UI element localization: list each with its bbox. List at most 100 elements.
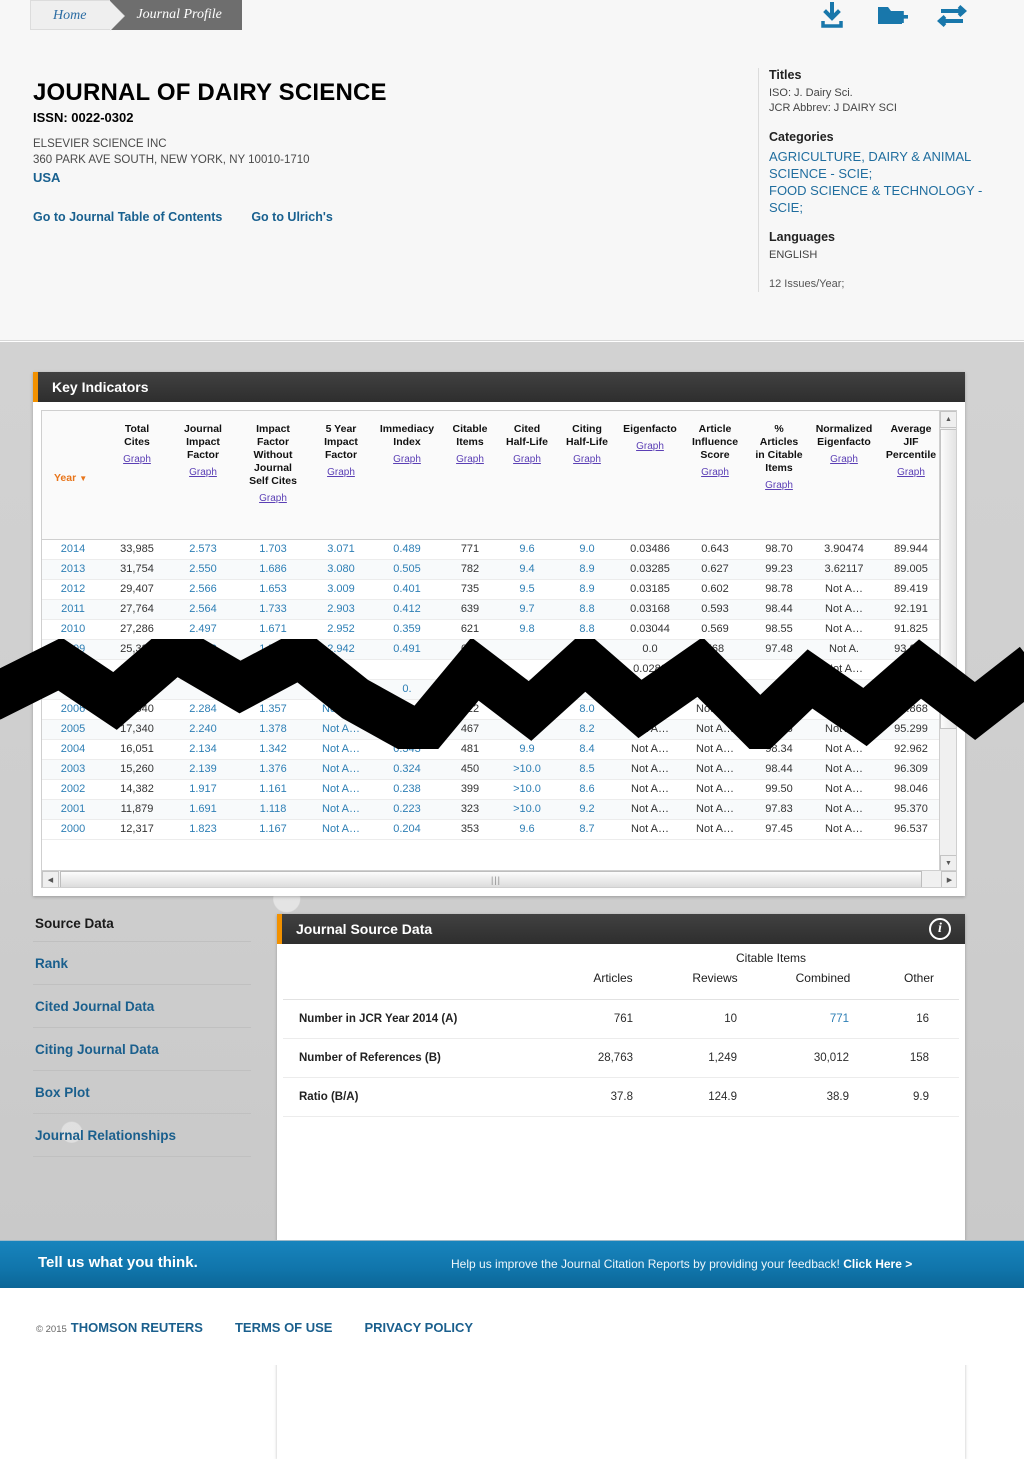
column-graph-link[interactable]: Graph (312, 466, 370, 479)
table-cell[interactable]: 1.376 (236, 759, 310, 780)
column-graph-link[interactable]: Graph (558, 453, 616, 466)
jsd-cell[interactable]: 771 (767, 999, 879, 1039)
table-cell[interactable]: Not A… (310, 699, 372, 720)
table-cell[interactable]: 9.5 (498, 679, 556, 700)
table-cell[interactable]: 0.381 (372, 719, 442, 740)
cell-year[interactable]: 2010 (42, 619, 104, 640)
table-cell[interactable]: 0.412 (372, 599, 442, 620)
table-cell[interactable]: 2.139 (170, 759, 236, 780)
horizontal-scroll-thumb[interactable]: ||| (60, 871, 922, 887)
column-graph-link[interactable]: Graph (750, 479, 808, 492)
key-indicators-scroll-region[interactable]: Year ▼ Total Cites Graph Journal Impact Fact… (41, 410, 957, 888)
breadcrumb-journal-profile[interactable]: Journal Profile (110, 0, 242, 30)
column-graph-link[interactable]: Graph (444, 453, 496, 466)
scroll-up-arrow-icon[interactable]: ▲ (940, 411, 956, 428)
table-cell[interactable]: 9.9 (498, 739, 556, 760)
column-header-eigenfacto[interactable]: Eigenfacto Graph (618, 411, 682, 540)
cell-year[interactable]: 2009 (42, 639, 104, 660)
column-header-immediacy-index[interactable]: Immediacy Index Graph (372, 411, 442, 540)
table-cell[interactable]: 1.525 (236, 639, 310, 660)
table-cell[interactable] (498, 639, 556, 660)
table-cell[interactable]: 8. (556, 659, 618, 680)
table-cell[interactable]: 8.6 (556, 779, 618, 800)
column-graph-link[interactable]: Graph (684, 466, 746, 479)
table-cell[interactable]: 2.550 (170, 559, 236, 580)
table-cell[interactable]: 8.8 (556, 599, 618, 620)
column-header-cited-half-life[interactable]: Cited Half-Life Graph (498, 411, 556, 540)
table-cell[interactable] (170, 679, 236, 700)
table-cell[interactable]: Not A… (310, 719, 372, 740)
table-cell[interactable]: 0.343 (372, 739, 442, 760)
table-cell[interactable]: 0.505 (372, 559, 442, 580)
scroll-left-arrow-icon[interactable]: ◀ (42, 871, 59, 887)
sidebar-item-cited-journal-data[interactable]: Cited Journal Data (33, 985, 251, 1028)
table-cell[interactable]: 2.497 (170, 619, 236, 640)
table-cell[interactable]: 8.4 (556, 739, 618, 760)
table-cell[interactable]: 2.564 (170, 599, 236, 620)
table-cell[interactable]: 9.5 (498, 579, 556, 600)
table-cell[interactable]: Not A… (310, 779, 372, 800)
cell-year[interactable]: 2014 (42, 539, 104, 560)
table-cell[interactable]: 8.3 (556, 639, 618, 660)
feedback-click-here-link[interactable]: Click Here > (843, 1257, 912, 1271)
table-cell[interactable]: 0. (372, 679, 442, 700)
table-cell[interactable]: 0.410 (372, 699, 442, 720)
link-ulrichs[interactable]: Go to Ulrich's (251, 210, 332, 224)
column-graph-link[interactable]: Graph (500, 453, 554, 466)
table-cell[interactable]: 2.463 (170, 639, 236, 660)
table-cell[interactable]: 2.865 (310, 679, 372, 700)
footer-privacy-policy[interactable]: PRIVACY POLICY (364, 1320, 473, 1335)
column-header-journal-impact-factor[interactable]: Journal Impact Factor Graph (170, 411, 236, 540)
table-cell[interactable]: 1.691 (170, 799, 236, 820)
table-cell[interactable]: 8.9 (556, 559, 618, 580)
sidebar-item-rank[interactable]: Rank (33, 942, 251, 985)
table-cell[interactable]: 9.0 (556, 539, 618, 560)
table-cell[interactable]: 1.823 (170, 819, 236, 840)
table-cell[interactable]: 2.952 (310, 619, 372, 640)
sidebar-item-citing-journal-data[interactable]: Citing Journal Data (33, 1028, 251, 1071)
cell-year[interactable]: 2012 (42, 579, 104, 600)
cell-year[interactable]: 2006 (42, 699, 104, 720)
table-cell[interactable]: 1.161 (236, 779, 310, 800)
table-cell[interactable]: 0.204 (372, 819, 442, 840)
table-cell[interactable] (170, 659, 236, 680)
table-cell[interactable]: Not A… (310, 759, 372, 780)
column-graph-link[interactable]: Graph (812, 453, 876, 466)
add-to-folder-icon[interactable] (875, 2, 909, 30)
download-icon[interactable] (815, 2, 849, 30)
cell-year[interactable]: 2011 (42, 599, 104, 620)
table-cell[interactable]: 0.238 (372, 779, 442, 800)
column-graph-link[interactable]: Graph (620, 440, 680, 453)
table-cell[interactable]: 1.686 (236, 559, 310, 580)
table-cell[interactable]: >10.0 (498, 779, 556, 800)
table-cell[interactable]: 1.733 (236, 599, 310, 620)
compare-icon[interactable] (935, 2, 969, 30)
table-cell[interactable]: 2.134 (170, 739, 236, 760)
table-cell[interactable]: 1.167 (236, 819, 310, 840)
table-cell[interactable]: 3.071 (310, 539, 372, 560)
table-cell[interactable]: 0.359 (372, 619, 442, 640)
table-cell[interactable]: 0.223 (372, 799, 442, 820)
table-cell[interactable] (372, 659, 442, 680)
table-cell[interactable]: 9.6 (498, 539, 556, 560)
table-cell[interactable]: 2.942 (310, 639, 372, 660)
table-cell[interactable]: 2.573 (170, 539, 236, 560)
column-header-normalized-eigenfacto[interactable]: Normalized Eigenfacto Graph (810, 411, 878, 540)
table-cell[interactable] (556, 679, 618, 700)
column-header-article-influence-score[interactable]: Article Influence Score Graph (682, 411, 748, 540)
scroll-right-arrow-icon[interactable]: ▶ (941, 871, 956, 887)
column-header-articles-in-citable-items[interactable]: % Articles in Citable Items Graph (748, 411, 810, 540)
table-cell[interactable]: 0.491 (372, 639, 442, 660)
footer-brand[interactable]: THOMSON REUTERS (71, 1320, 203, 1335)
table-cell[interactable]: 1.752 (236, 659, 310, 680)
table-cell[interactable]: 1.342 (236, 739, 310, 760)
column-graph-link[interactable]: Graph (106, 453, 168, 466)
table-cell[interactable]: 1.671 (236, 619, 310, 640)
breadcrumb-home[interactable]: Home (30, 0, 126, 31)
table-cell[interactable]: 8.8 (556, 619, 618, 640)
table-cell[interactable]: 8.0 (556, 699, 618, 720)
table-cell[interactable]: 9.4 (498, 559, 556, 580)
table-cell[interactable]: 1.703 (236, 539, 310, 560)
table-cell[interactable]: 9.5 (498, 699, 556, 720)
table-cell[interactable]: 2.284 (170, 699, 236, 720)
